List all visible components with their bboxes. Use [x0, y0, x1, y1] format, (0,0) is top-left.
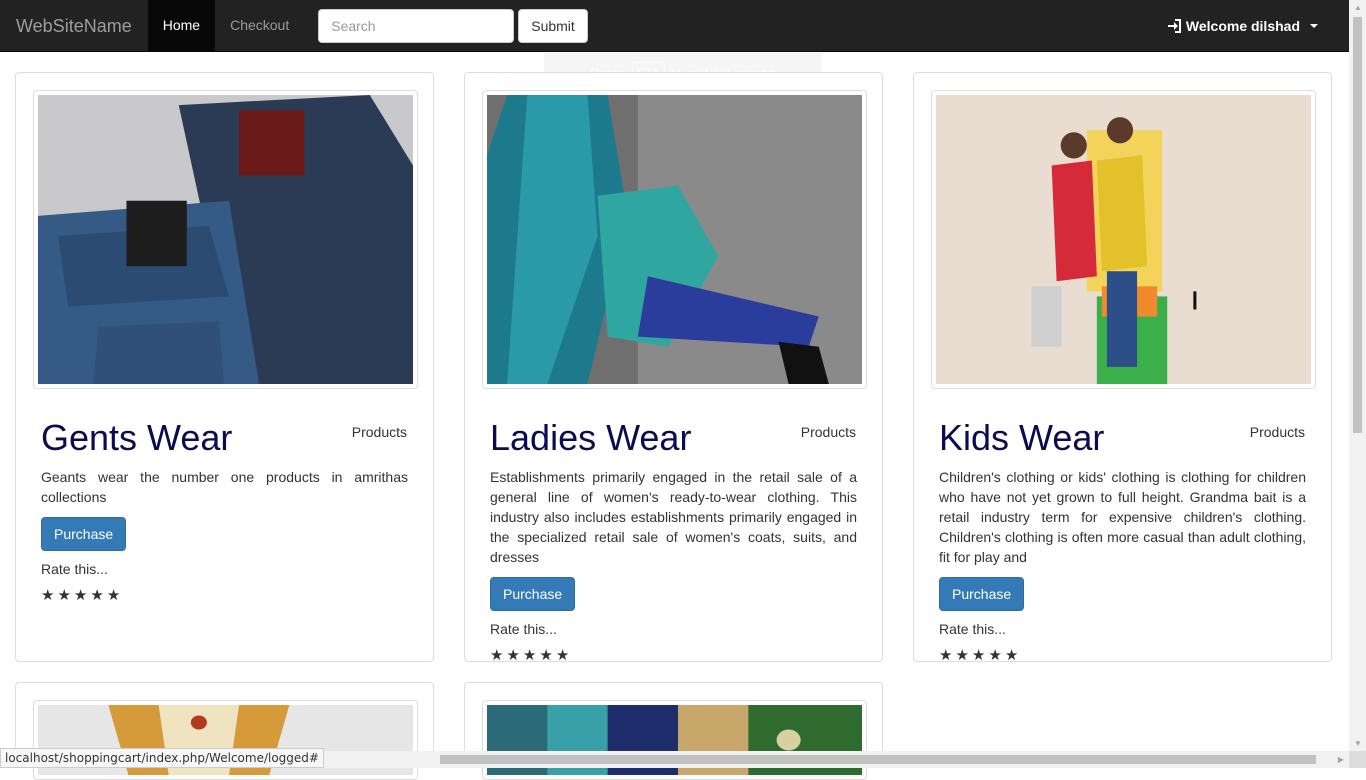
product-title: Gents Wear — [41, 417, 232, 459]
vertical-scroll-thumb[interactable] — [1353, 17, 1362, 433]
rate-label: Rate this... — [939, 621, 1006, 637]
ladies-dress-image — [487, 95, 862, 384]
search-input[interactable] — [318, 9, 514, 43]
star-rating[interactable]: ★ ★ ★ ★ ★ — [41, 589, 120, 603]
user-welcome-label: Welcome dilshad — [1186, 0, 1300, 52]
product-description: Geants wear the number one products in a… — [41, 467, 408, 507]
product-card-gents: Gents Wear Products Geants wear the numb… — [15, 72, 434, 662]
product-card-ladies: Ladies Wear Products Establishments prim… — [464, 72, 883, 662]
star-icon[interactable]: ★ — [955, 649, 968, 663]
star-icon[interactable]: ★ — [90, 589, 103, 603]
star-rating[interactable]: ★ ★ ★ ★ ★ — [939, 649, 1018, 663]
purchase-button[interactable]: Purchase — [41, 517, 126, 551]
star-icon[interactable]: ★ — [939, 649, 952, 663]
product-card-kids: Kids Wear Products Children's clothing o… — [913, 72, 1332, 662]
star-icon[interactable]: ★ — [41, 589, 54, 603]
top-navbar: WebSiteName Home Checkout Submit Welcome… — [0, 0, 1349, 52]
product-description: Children's clothing or kids' clothing is… — [939, 467, 1306, 567]
star-icon[interactable]: ★ — [523, 649, 536, 663]
star-rating[interactable]: ★ ★ ★ ★ ★ — [490, 649, 569, 663]
star-icon[interactable]: ★ — [107, 589, 120, 603]
purchase-button[interactable]: Purchase — [490, 577, 575, 611]
star-icon[interactable]: ★ — [506, 649, 519, 663]
star-icon[interactable]: ★ — [539, 649, 552, 663]
product-category: Products — [352, 424, 407, 440]
product-category: Products — [801, 424, 856, 440]
star-icon[interactable]: ★ — [57, 589, 70, 603]
product-thumbnail — [482, 700, 867, 780]
star-icon[interactable]: ★ — [1005, 649, 1018, 663]
rate-label: Rate this... — [490, 621, 557, 637]
product-thumbnail — [33, 700, 418, 780]
brand-link[interactable]: WebSiteName — [0, 0, 148, 52]
submit-button[interactable]: Submit — [518, 9, 588, 43]
vertical-scrollbar[interactable]: ▲ ▼ — [1349, 0, 1366, 751]
purchase-button[interactable]: Purchase — [939, 577, 1024, 611]
product-title: Ladies Wear — [490, 417, 691, 459]
star-icon[interactable]: ★ — [988, 649, 1001, 663]
product-thumbnail — [33, 90, 418, 389]
kids-image — [936, 95, 1311, 384]
star-icon[interactable]: ★ — [556, 649, 569, 663]
horizontal-scroll-thumb[interactable] — [440, 755, 1316, 764]
star-icon[interactable]: ★ — [74, 589, 87, 603]
login-icon — [1167, 19, 1182, 33]
star-icon[interactable]: ★ — [972, 649, 985, 663]
chevron-down-icon — [1310, 24, 1318, 28]
scroll-down-icon[interactable]: ▼ — [1354, 739, 1362, 748]
scrollbar-corner — [1349, 751, 1366, 768]
product-category: Products — [1250, 424, 1305, 440]
nav-home[interactable]: Home — [148, 0, 215, 51]
product-thumbnail — [931, 90, 1316, 389]
product-thumbnail — [482, 90, 867, 389]
product-description: Establishments primarily engaged in the … — [490, 467, 857, 567]
user-menu[interactable]: Welcome dilshad — [1167, 0, 1318, 52]
rate-label: Rate this... — [41, 561, 108, 577]
star-icon[interactable]: ★ — [490, 649, 503, 663]
product-title: Kids Wear — [939, 417, 1104, 459]
link-status-bar: localhost/shoppingcart/index.php/Welcome… — [0, 748, 324, 768]
scroll-up-icon[interactable]: ▲ — [1354, 3, 1362, 12]
scroll-right-icon[interactable]: ▶ — [1338, 755, 1344, 764]
nav-checkout[interactable]: Checkout — [215, 0, 304, 51]
jeans-image — [38, 95, 413, 384]
